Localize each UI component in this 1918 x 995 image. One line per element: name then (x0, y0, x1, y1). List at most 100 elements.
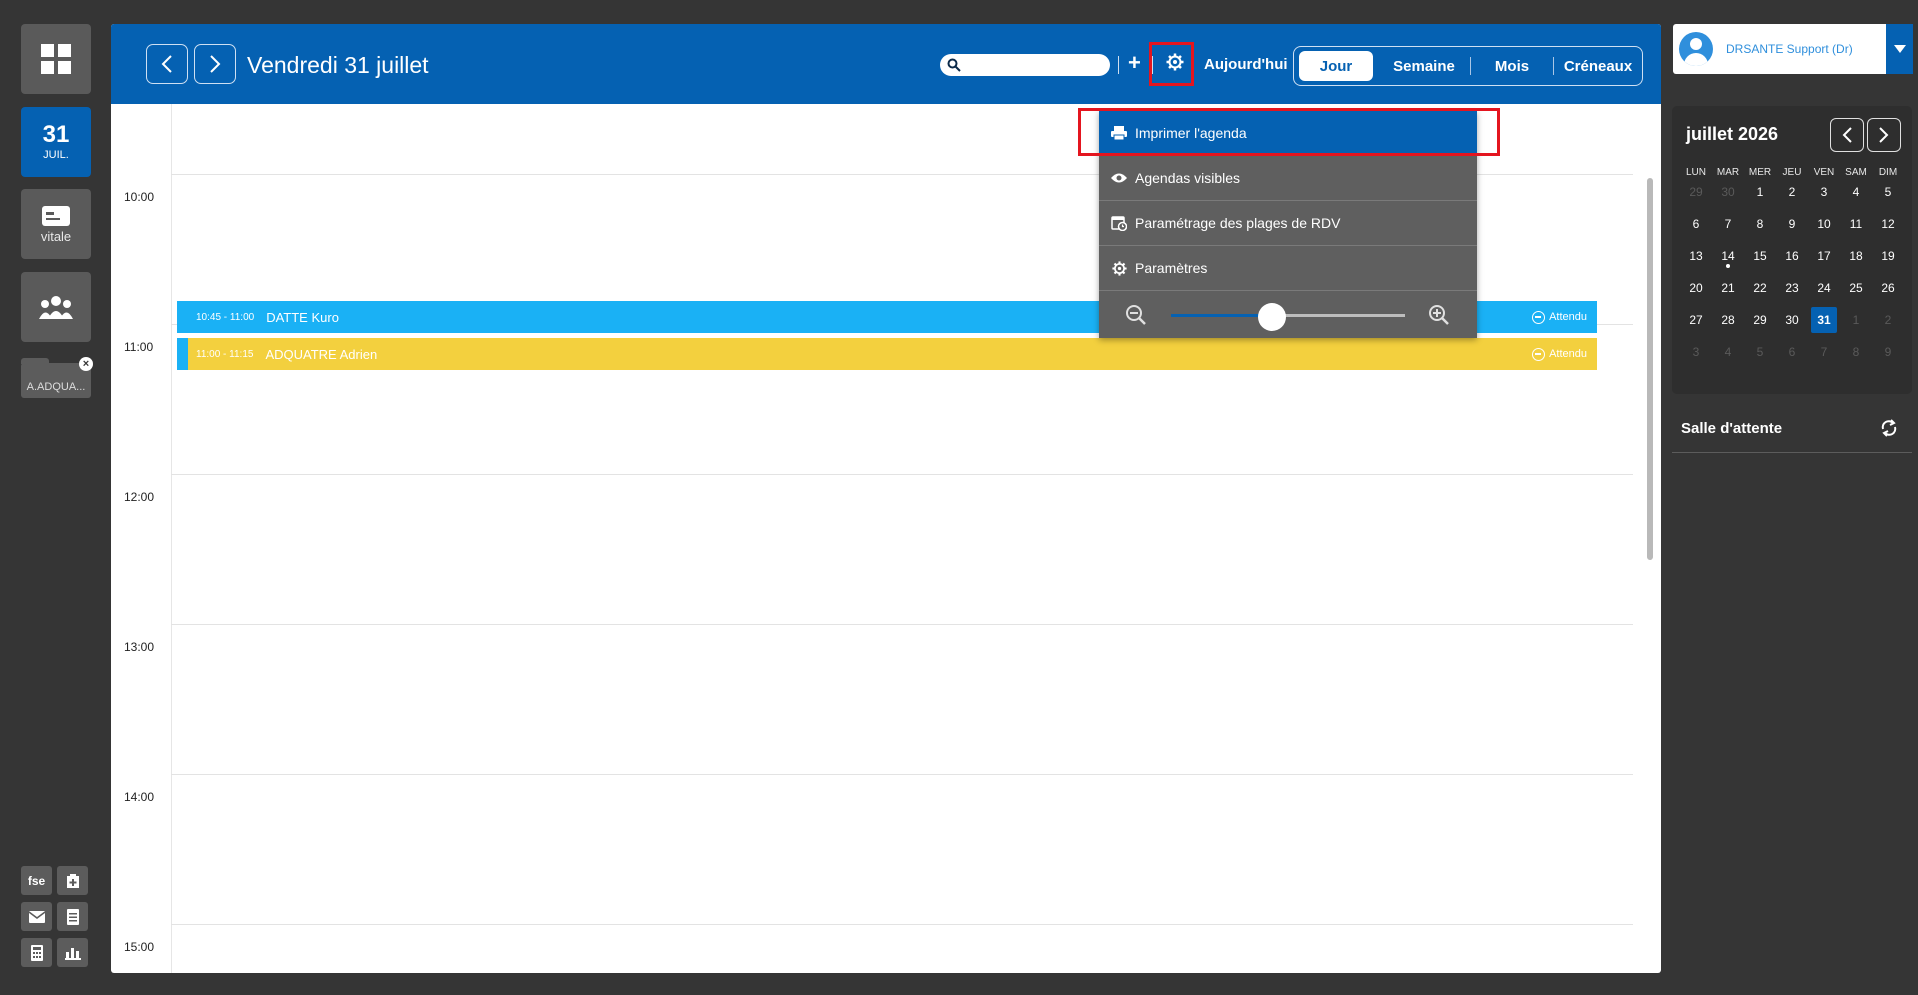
calendar-day[interactable]: 8 (1843, 339, 1869, 365)
zoom-out-icon[interactable] (1125, 304, 1147, 326)
menu-item-visible-agendas[interactable]: Agendas visibles (1099, 156, 1477, 201)
documents-button[interactable] (57, 902, 88, 931)
hour-label: 15:00 (124, 940, 155, 954)
weekday-label: SAM (1845, 167, 1867, 178)
calendar-day[interactable]: 13 (1683, 243, 1709, 269)
calendar-day[interactable]: 15 (1747, 243, 1773, 269)
calendar-day[interactable]: 4 (1715, 339, 1741, 365)
tab-mois[interactable]: Mois (1472, 51, 1552, 81)
calendar-day[interactable]: 1 (1747, 179, 1773, 205)
calendar-day[interactable]: 9 (1875, 339, 1901, 365)
calendar-day[interactable]: 19 (1875, 243, 1901, 269)
appointment-strip (177, 338, 188, 370)
calendar-day[interactable]: 6 (1683, 211, 1709, 237)
calendar-day[interactable]: 4 (1843, 179, 1869, 205)
patients-tile[interactable] (21, 272, 91, 342)
user-dropdown-toggle[interactable] (1886, 24, 1913, 74)
zoom-in-icon[interactable] (1428, 304, 1450, 326)
calendar-day[interactable]: 5 (1747, 339, 1773, 365)
calendar-day[interactable]: 30 (1779, 307, 1805, 333)
messages-button[interactable] (21, 902, 52, 931)
appointment-card[interactable]: 11:00 - 11:15 ADQUATRE Adrien Attendu (177, 338, 1597, 370)
appointment-patient: ADQUATRE Adrien (265, 346, 378, 362)
menu-item-slot-settings[interactable]: Paramétrage des plages de RDV (1099, 201, 1477, 246)
agenda-scrollbar[interactable] (1647, 178, 1653, 560)
calendar-day[interactable]: 26 (1875, 275, 1901, 301)
calendar-day[interactable]: 29 (1683, 179, 1709, 205)
calendar-day[interactable]: 3 (1811, 179, 1837, 205)
calendar-day[interactable]: 29 (1747, 307, 1773, 333)
tab-semaine[interactable]: Semaine (1379, 51, 1469, 81)
calendar-day[interactable]: 27 (1683, 307, 1709, 333)
appointment-status: Attendu (1532, 310, 1587, 324)
hour-line (171, 474, 1633, 475)
hour-label: 14:00 (124, 790, 155, 804)
calendar-day[interactable]: 24 (1811, 275, 1837, 301)
hour-label: 12:00 (124, 490, 155, 504)
today-date-tile[interactable]: 31 JUIL. (21, 107, 91, 177)
calendar-day[interactable]: 9 (1779, 211, 1805, 237)
calendar-day[interactable]: 30 (1715, 179, 1741, 205)
calendar-day[interactable]: 7 (1811, 339, 1837, 365)
calendar-day[interactable]: 7 (1715, 211, 1741, 237)
calendar-day[interactable]: 1 (1843, 307, 1869, 333)
fse-button[interactable]: fse (21, 866, 52, 895)
calendar-day[interactable]: 17 (1811, 243, 1837, 269)
calendar-day[interactable]: 5 (1875, 179, 1901, 205)
appointment-strip (177, 301, 188, 333)
hour-label: 11:00 (124, 340, 154, 354)
tab-jour[interactable]: Jour (1299, 51, 1373, 81)
calendar-day[interactable]: 12 (1875, 211, 1901, 237)
statistics-button[interactable] (57, 938, 88, 967)
zoom-slider-handle[interactable] (1257, 303, 1286, 331)
calendar-day[interactable]: 2 (1779, 179, 1805, 205)
calculator-button[interactable] (21, 938, 52, 967)
weekday-label: JEU (1782, 167, 1802, 178)
search-input[interactable] (940, 54, 1110, 76)
calendar-day[interactable]: 20 (1683, 275, 1709, 301)
calendar-day[interactable]: 2 (1875, 307, 1901, 333)
medical-box-button[interactable] (57, 866, 88, 895)
appointment-status-label: Attendu (1549, 348, 1587, 360)
calendar-day[interactable]: 6 (1779, 339, 1805, 365)
view-separator (1553, 57, 1554, 75)
hour-line (171, 924, 1633, 925)
gear-icon (1111, 260, 1127, 276)
calendar-day[interactable]: 31 (1811, 307, 1837, 333)
calendar-day[interactable]: 18 (1843, 243, 1869, 269)
patient-folder-tab[interactable]: A.ADQUA... × (21, 357, 93, 398)
calendar-next-button[interactable] (1867, 118, 1901, 152)
calendar-day[interactable]: 22 (1747, 275, 1773, 301)
weekday-label: MER (1748, 167, 1772, 178)
calendar-day[interactable]: 23 (1779, 275, 1805, 301)
calendar-day[interactable]: 16 (1779, 243, 1805, 269)
add-appointment-button[interactable]: + (1128, 50, 1141, 76)
weekday-label: LUN (1685, 167, 1706, 178)
hour-line (171, 624, 1633, 625)
calendar-prev-button[interactable] (1830, 118, 1864, 152)
close-icon[interactable]: × (79, 357, 93, 371)
calendar-day[interactable]: 14 (1715, 243, 1741, 269)
next-day-button[interactable] (194, 44, 236, 84)
calendar-day[interactable]: 10 (1811, 211, 1837, 237)
menu-item-settings[interactable]: Paramètres (1099, 246, 1477, 291)
waiting-room-title: Salle d'attente (1681, 420, 1783, 437)
tab-creneaux[interactable]: Créneaux (1556, 51, 1640, 81)
zoom-control (1099, 291, 1477, 338)
zoom-slider-track[interactable] (1171, 314, 1405, 317)
previous-day-button[interactable] (146, 44, 188, 84)
vitale-card-tile[interactable]: vitale (21, 189, 91, 259)
calendar-day[interactable]: 21 (1715, 275, 1741, 301)
agenda-panel: Vendredi 31 juillet + Aujourd'hui Jour S… (111, 24, 1661, 973)
dashboard-tile[interactable] (21, 24, 91, 94)
appointment-status-label: Attendu (1549, 311, 1587, 323)
appointment-status: Attendu (1532, 347, 1587, 361)
calendar-day[interactable]: 8 (1747, 211, 1773, 237)
calendar-day[interactable]: 11 (1843, 211, 1869, 237)
today-button[interactable]: Aujourd'hui (1204, 56, 1288, 73)
calendar-day[interactable]: 3 (1683, 339, 1709, 365)
calendar-day[interactable]: 28 (1715, 307, 1741, 333)
user-selector[interactable]: DRSANTE Support (Dr) (1673, 24, 1913, 74)
refresh-button[interactable] (1879, 419, 1899, 442)
calendar-day[interactable]: 25 (1843, 275, 1869, 301)
